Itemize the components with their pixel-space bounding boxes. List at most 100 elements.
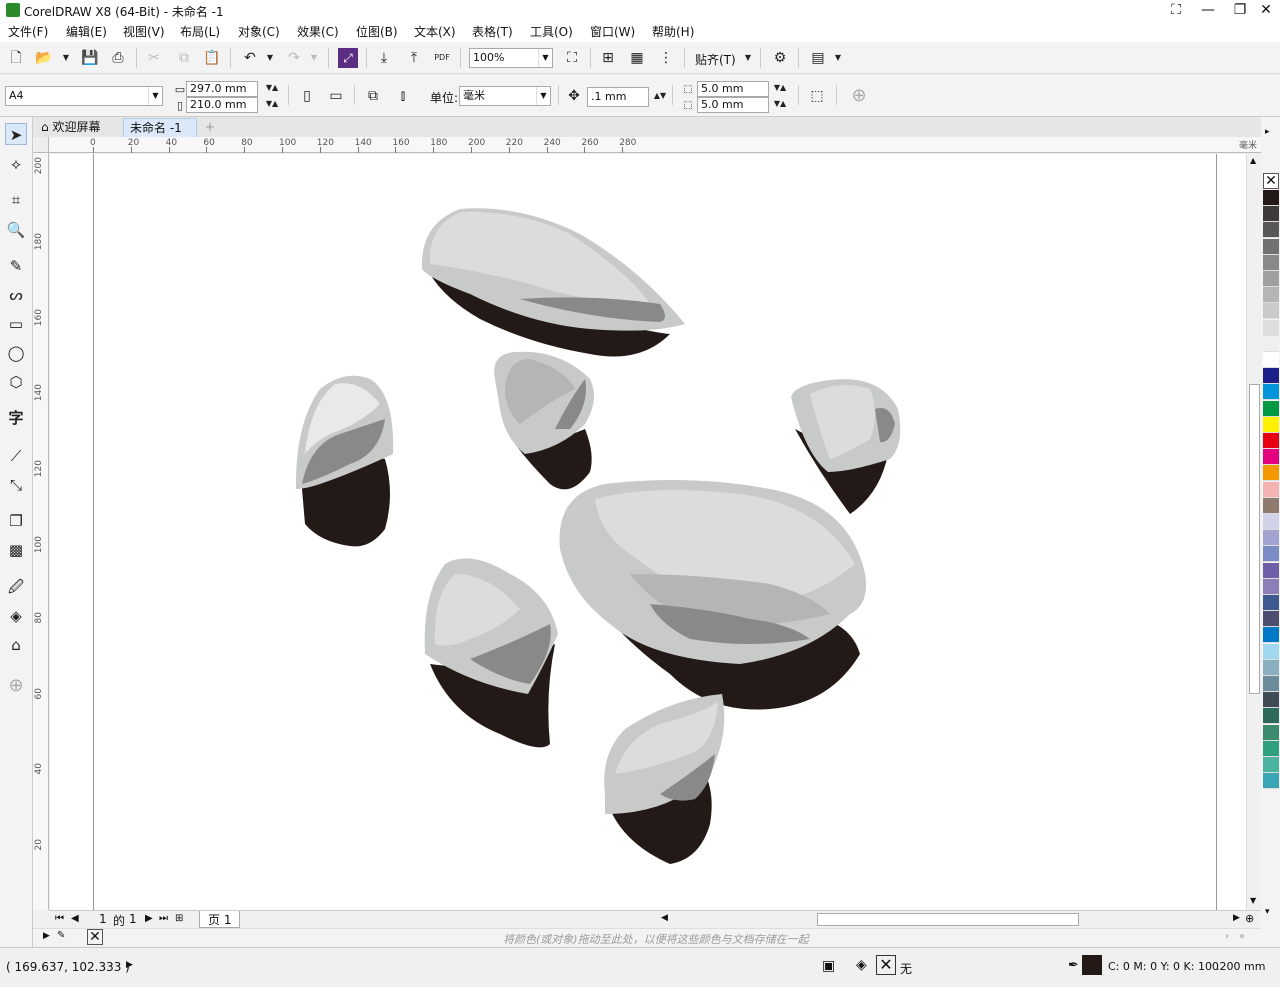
horizontal-ruler[interactable]: 0 20 40 60 80 100 120 140 160 180 200 220 240 260 280 毫… xyxy=(49,137,1261,153)
show-rulers-icon[interactable]: ⊞ xyxy=(598,48,618,68)
page-tab-1[interactable]: 页 1 xyxy=(199,911,241,928)
stone-1[interactable] xyxy=(421,208,685,357)
snap-to-menu[interactable]: 贴齐(T) xyxy=(695,51,736,68)
stone-4[interactable] xyxy=(791,379,901,514)
landscape-icon[interactable]: ▭ xyxy=(326,86,346,106)
drop-shadow-icon[interactable]: ❐ xyxy=(5,510,27,532)
color-swatch[interactable] xyxy=(1263,692,1279,709)
snap-dropdown-icon[interactable]: ▼ xyxy=(738,48,758,68)
color-swatch[interactable] xyxy=(1263,643,1279,660)
color-swatch[interactable] xyxy=(1263,400,1279,417)
color-swatch[interactable] xyxy=(1263,497,1279,514)
duplicate-distance-x-field[interactable]: 5.0 mm xyxy=(697,81,769,97)
interactive-fill-icon[interactable]: ◈ xyxy=(5,605,27,627)
stone-3[interactable] xyxy=(494,351,594,490)
color-swatch[interactable] xyxy=(1263,206,1279,223)
zoom-tool-icon[interactable]: 🔍 xyxy=(5,219,27,241)
paste-icon[interactable]: 📋 xyxy=(202,48,222,68)
color-eyedropper-icon[interactable]: 🖉 xyxy=(5,576,27,598)
menu-edit[interactable]: 编辑(E) xyxy=(66,23,107,40)
scroll-left-icon[interactable]: ◀ xyxy=(661,913,668,923)
outline-pen-icon[interactable]: ✒ xyxy=(1068,958,1079,973)
parallel-dimension-icon[interactable]: ⟋ xyxy=(5,445,27,467)
nudge-distance-field[interactable]: .1 mm xyxy=(587,87,649,107)
full-screen-preview-icon[interactable]: ⛶ xyxy=(562,48,582,68)
color-swatch[interactable] xyxy=(1263,433,1279,449)
tab-welcome-screen[interactable]: ⌂ 欢迎屏幕 xyxy=(35,118,106,137)
no-fill-swatch[interactable]: ✕ xyxy=(1263,173,1279,189)
smart-fill-icon[interactable]: ⌂ xyxy=(5,634,27,656)
chevron-down-icon[interactable]: ▼ xyxy=(538,49,552,67)
search-content-icon[interactable]: ⤢ xyxy=(338,48,358,68)
publish-pdf-icon[interactable]: PDF xyxy=(432,48,452,68)
redo-icon[interactable]: ↷ xyxy=(284,48,304,68)
crop-tool-icon[interactable]: ⌗ xyxy=(5,189,27,211)
outline-color-swatch[interactable] xyxy=(1082,955,1102,975)
close-button[interactable]: ✕ xyxy=(1254,1,1278,19)
color-swatch[interactable] xyxy=(1263,708,1279,725)
ruler-origin[interactable] xyxy=(33,137,49,153)
palette-scroll-right-icon[interactable]: › xyxy=(1225,931,1229,942)
nudge-spinner-icon[interactable]: ▲▼ xyxy=(650,86,670,106)
color-swatch[interactable] xyxy=(1263,465,1279,482)
restore-button[interactable]: ❐ xyxy=(1228,1,1252,19)
menu-window[interactable]: 窗口(W) xyxy=(590,23,635,40)
undo-icon[interactable]: ↶ xyxy=(240,48,260,68)
color-swatch[interactable] xyxy=(1263,238,1279,255)
color-swatch[interactable] xyxy=(1263,303,1279,320)
fill-bucket-icon[interactable]: ◈ xyxy=(856,957,867,973)
last-page-icon[interactable]: ⏭ xyxy=(159,913,168,924)
document-palette[interactable]: ▶ ✎ ✕ 将颜色(或对象)拖动至此处，以便将这些颜色与文档存储在一起 › » xyxy=(33,928,1261,946)
menu-text[interactable]: 文本(X) xyxy=(414,23,456,40)
color-swatch[interactable] xyxy=(1263,757,1279,773)
color-proof-icon[interactable]: ▣ xyxy=(822,958,835,974)
color-swatch[interactable] xyxy=(1263,659,1279,676)
page-size-combo[interactable]: A4 ▼ xyxy=(5,86,163,106)
application-launcher-icon[interactable]: ▤ xyxy=(808,48,828,68)
stone-6[interactable] xyxy=(424,558,558,748)
export-icon[interactable]: ⤒ xyxy=(404,48,424,68)
account-icon[interactable]: ⛶ xyxy=(1164,1,1188,19)
palette-eyedropper-icon[interactable]: ✎ xyxy=(57,930,65,941)
transparency-icon[interactable]: ▩ xyxy=(5,539,27,561)
add-page-icon[interactable]: ⊞ xyxy=(175,913,183,924)
chevron-down-icon[interactable]: ▼ xyxy=(148,87,162,105)
first-page-icon[interactable]: ⏮ xyxy=(55,913,64,924)
fill-none-swatch[interactable]: ✕ xyxy=(876,955,896,975)
color-swatch[interactable] xyxy=(1263,514,1279,530)
zoom-navigator-icon[interactable]: ⊕ xyxy=(1245,912,1254,925)
shape-tool-icon[interactable]: ⟡ xyxy=(5,153,27,175)
print-icon[interactable]: ⎙ xyxy=(108,48,128,68)
stone-5[interactable] xyxy=(559,480,866,710)
current-page-icon[interactable]: ⫾ xyxy=(393,86,413,106)
menu-tools[interactable]: 工具(O) xyxy=(530,23,573,40)
minimize-button[interactable]: — xyxy=(1196,1,1220,19)
next-page-icon[interactable]: ▶ xyxy=(145,913,153,924)
color-swatch[interactable] xyxy=(1263,773,1279,790)
options-gear-icon[interactable]: ⚙ xyxy=(770,48,790,68)
color-swatch[interactable] xyxy=(1263,368,1279,385)
color-swatch[interactable] xyxy=(1263,287,1279,304)
page-border-icon[interactable]: ⬚ xyxy=(807,86,827,106)
portrait-icon[interactable]: ▯ xyxy=(297,86,317,106)
color-swatch[interactable] xyxy=(1263,562,1279,579)
color-swatch[interactable] xyxy=(1263,578,1279,595)
new-document-icon[interactable]: 🗋 xyxy=(6,48,26,68)
undo-dropdown-icon[interactable]: ▼ xyxy=(260,48,280,68)
color-swatch[interactable] xyxy=(1263,222,1279,239)
color-swatch[interactable] xyxy=(1263,611,1279,628)
status-flyout-icon[interactable]: ▶ xyxy=(126,960,133,970)
menu-table[interactable]: 表格(T) xyxy=(472,23,513,40)
artistic-media-icon[interactable]: ᔕ xyxy=(5,284,27,306)
menu-object[interactable]: 对象(C) xyxy=(238,23,280,40)
color-swatch[interactable] xyxy=(1263,352,1279,368)
connector-tool-icon[interactable]: ⤡ xyxy=(5,474,27,496)
vertical-ruler[interactable]: 200 180 160 140 120 100 80 60 40 20 xyxy=(33,153,49,910)
polygon-tool-icon[interactable]: ⬡ xyxy=(5,371,27,393)
copy-icon[interactable]: ⧉ xyxy=(174,48,194,68)
color-swatch[interactable] xyxy=(1263,546,1279,563)
color-swatch[interactable] xyxy=(1263,416,1279,433)
color-swatch[interactable] xyxy=(1263,190,1279,206)
color-swatch[interactable] xyxy=(1263,271,1279,287)
new-tab-button[interactable]: + xyxy=(199,118,221,137)
